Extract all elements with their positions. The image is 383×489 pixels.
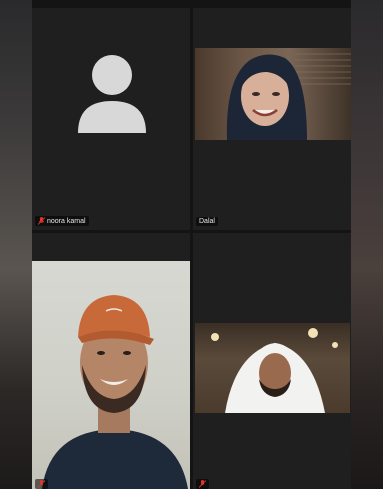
participant-name-tag [35, 479, 48, 489]
video-grid: noora kamal Dalal [32, 0, 351, 489]
participant-video [195, 48, 351, 140]
blurred-left-edge [0, 0, 32, 489]
avatar-placeholder-icon [78, 55, 146, 133]
participant-video-image [226, 53, 351, 140]
participant-name-tag: Dalal [196, 217, 218, 226]
participant-video-image [42, 295, 188, 489]
blurred-right-edge [351, 0, 383, 489]
participant-video [32, 261, 190, 489]
participant-video-image [211, 328, 338, 413]
participant-tile-dalal[interactable]: Dalal [193, 8, 351, 230]
mic-muted-icon [199, 480, 206, 488]
participant-name: noora kamal [47, 217, 86, 225]
participant-name-tag [196, 479, 209, 489]
participant-tile-4[interactable] [193, 233, 351, 489]
participant-name-tag: noora kamal [35, 216, 89, 226]
mic-muted-icon [38, 217, 45, 225]
mic-muted-icon [38, 480, 45, 488]
participant-tile-noora[interactable]: noora kamal [32, 8, 190, 230]
participant-video [195, 323, 350, 413]
participant-name: Dalal [199, 218, 215, 225]
participant-tile-3[interactable] [32, 233, 190, 489]
